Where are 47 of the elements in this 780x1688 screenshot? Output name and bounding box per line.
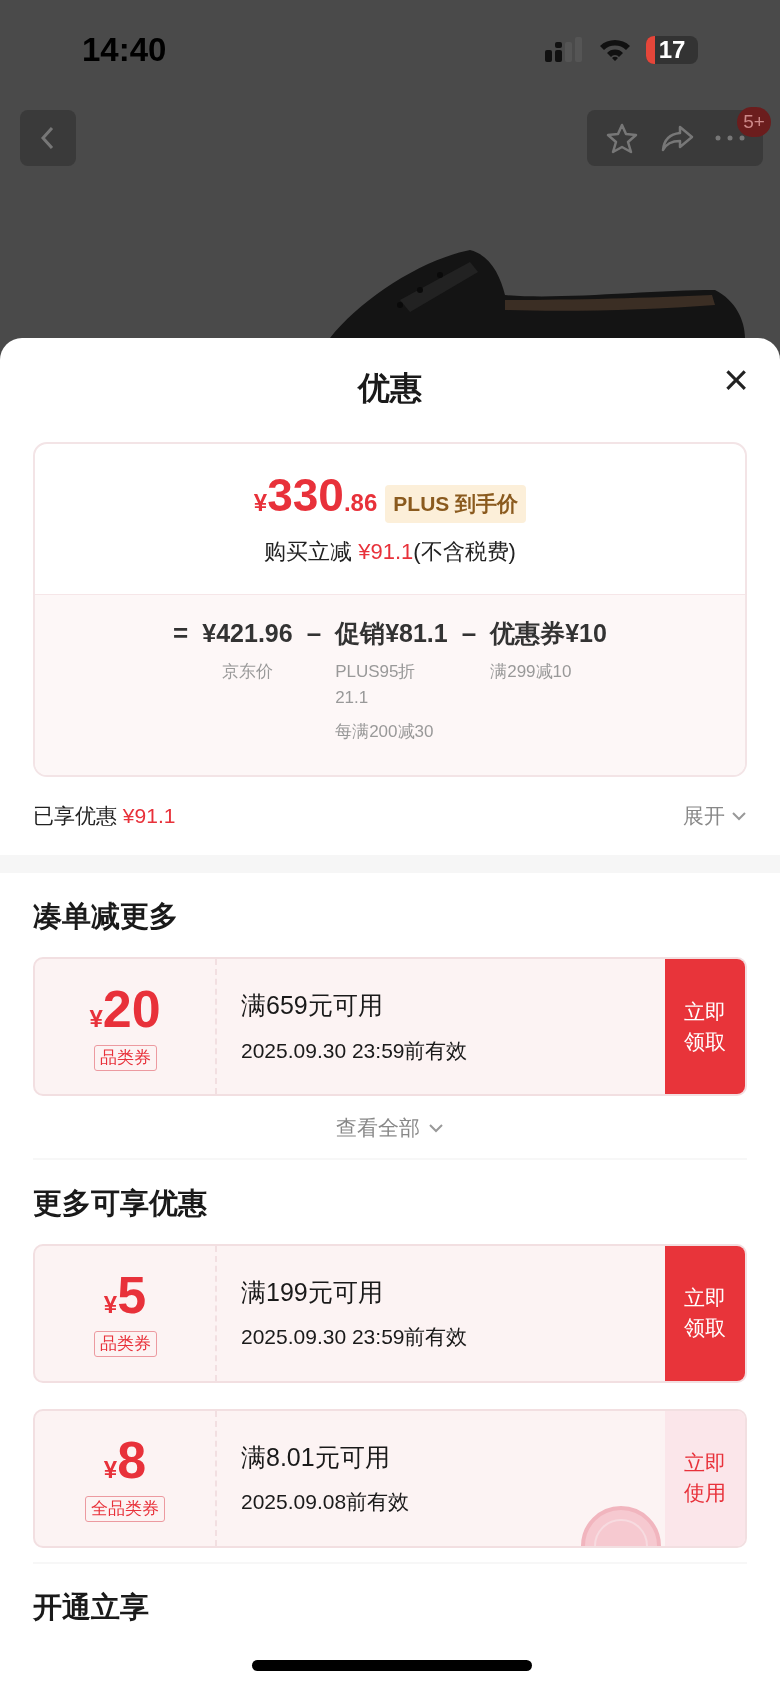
operator-text: – [306,617,322,650]
coupon-action-button[interactable]: 立即使用 [665,1410,745,1546]
section-title: 开通立享 [33,1589,150,1625]
breakdown-value: 促销¥81.1 [335,618,448,649]
breakdown-note: 每满200减30 [335,721,434,743]
breakdown-value: 优惠券¥10 [490,618,607,649]
price-tag: PLUS 到手价 [385,485,527,523]
breakdown-note: 京东价 [222,661,273,683]
operator-text: = [173,617,189,650]
coupon-type-tag: 全品类券 [85,1496,165,1522]
more-icon[interactable] [714,135,745,141]
coupon-amount: ¥20 [89,982,161,1035]
coupon-amount: ¥5 [103,1269,147,1321]
coupon-validity: 2025.09.08前有效 [241,1489,411,1515]
coupon-amount: ¥8 [103,1434,147,1486]
coupon-condition: 满199元可用 [241,1276,384,1308]
chevron-down-icon [428,1122,444,1133]
coupon-condition: 满659元可用 [241,990,384,1021]
coupon-type-tag: 品类券 [93,1044,157,1071]
battery-icon: 17 [646,36,698,64]
sheet-title: 优惠 [358,369,422,408]
star-icon[interactable] [605,122,640,154]
notification-badge: 5+ [737,107,771,137]
breakdown-note: 满299减10 [490,661,572,683]
coupon-action-button[interactable]: 立即领取 [665,1245,745,1381]
view-all-button[interactable]: 查看全部 [336,1112,444,1144]
section-title: 更多可享优惠 [33,1185,208,1221]
status-time: 14:40 [82,30,167,71]
coupon-validity: 2025.09.30 23:59前有效 [241,1324,469,1350]
price-text: ¥330.86 [253,472,378,518]
coupon-validity: 2025.09.30 23:59前有效 [241,1037,469,1064]
close-button[interactable]: × [712,356,760,404]
coupon-condition: 满8.01元可用 [241,1441,391,1473]
coupon-type-tag: 品类券 [93,1331,157,1357]
enjoyed-discount-text: 已享优惠 ¥91.1 [33,803,176,830]
coupon-action-button[interactable]: 立即领取 [665,959,745,1094]
expand-toggle[interactable]: 展开 [683,800,747,832]
operator-text: – [461,617,477,650]
discount-text: 购买立减 ¥91.1(不含税费) [264,537,516,566]
breakdown-note: PLUS95折21.1 [335,661,417,709]
back-button[interactable] [20,110,76,166]
signal-icon [544,37,584,63]
section-title: 凑单减更多 [33,899,179,934]
breakdown-value: ¥421.96 [202,618,293,649]
wifi-icon [598,37,632,63]
chevron-down-icon [731,811,747,821]
share-icon[interactable] [660,123,694,153]
